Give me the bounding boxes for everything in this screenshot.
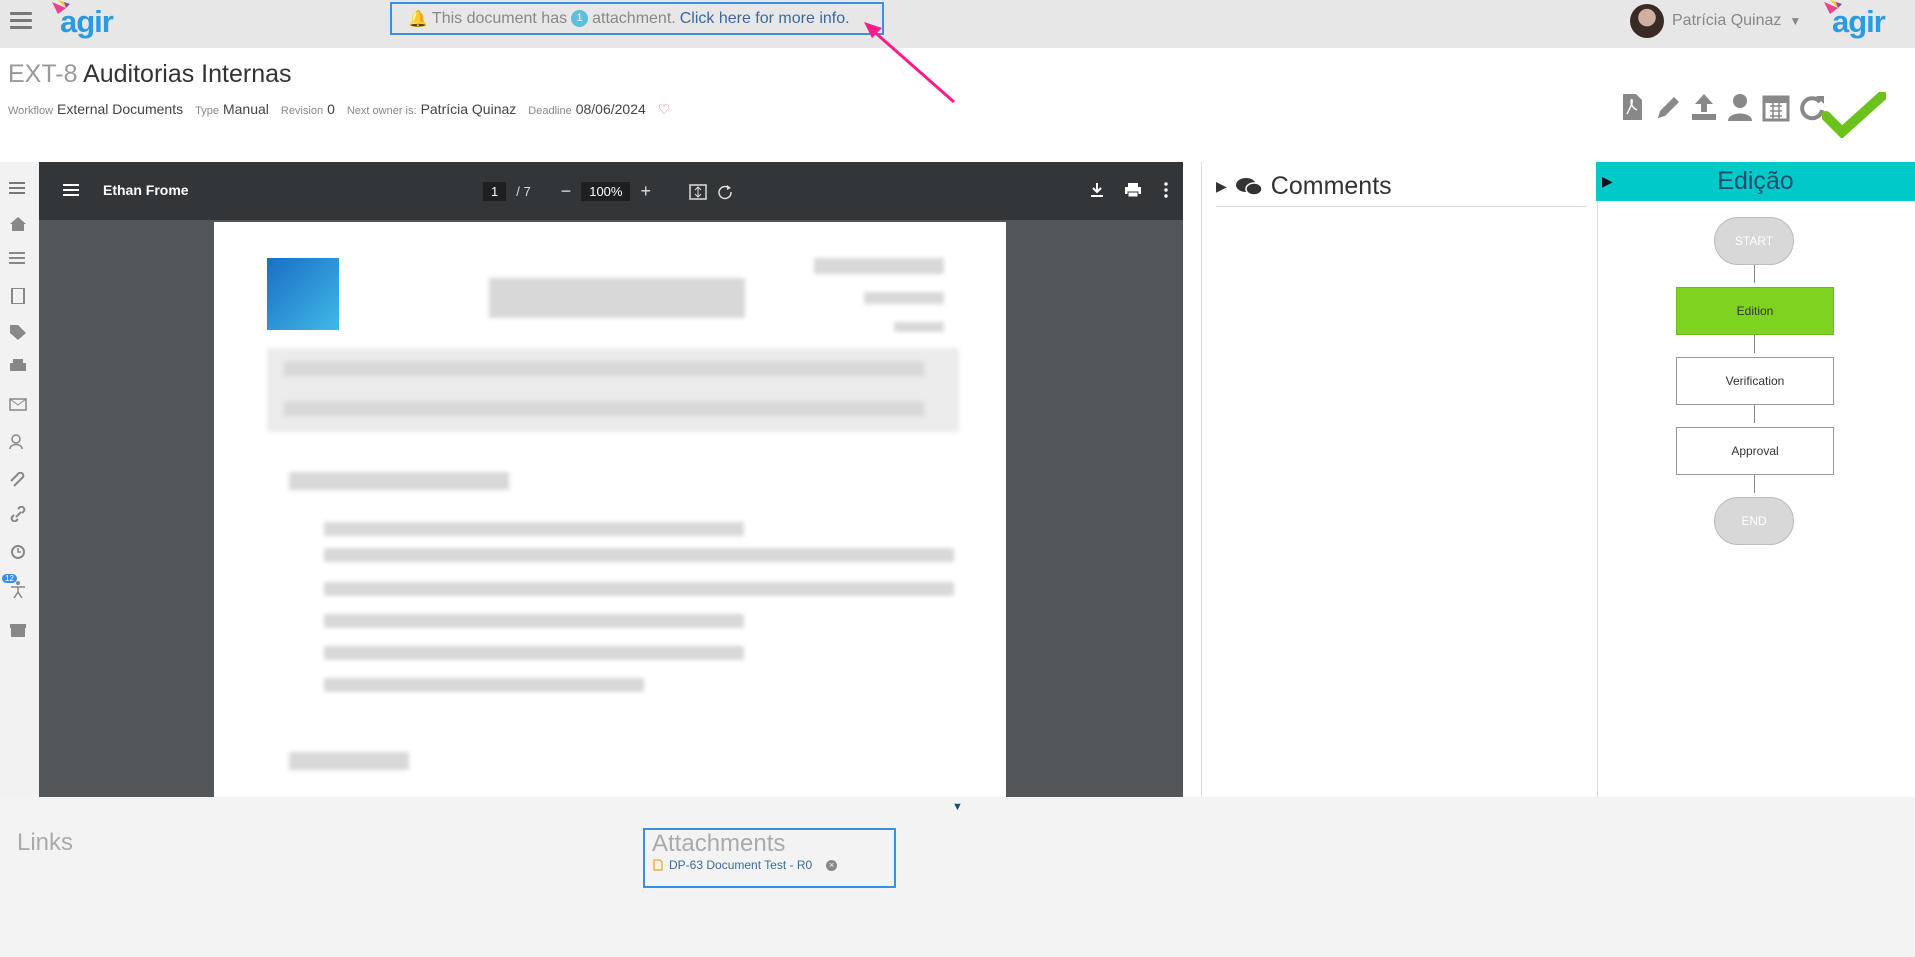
annotation-arrow-icon (864, 22, 955, 104)
flow-arrow (1754, 475, 1755, 493)
document-icon[interactable] (9, 287, 27, 305)
page-total: / 7 (516, 184, 531, 199)
workflow-node-end[interactable]: END (1714, 497, 1794, 545)
attachment-notice[interactable]: 🔔 This document has 1 attachment. Click … (390, 2, 884, 35)
workflow-node-edition[interactable]: Edition (1676, 287, 1834, 335)
user-menu[interactable]: Patrícia Quinaz ▼ (1630, 3, 1801, 39)
upload-icon[interactable] (1690, 92, 1718, 122)
divider (1216, 206, 1586, 207)
rotate-icon[interactable] (717, 184, 735, 200)
attachments-section: Attachments DP-63 Document Test - R0 × (643, 828, 896, 888)
workflow-heading: Edição (1717, 167, 1794, 195)
app-logo[interactable]: agir (52, 0, 114, 40)
document-meta: Workflow External Documents Type Manual Re… (8, 101, 670, 118)
page-input[interactable]: 1 (483, 182, 507, 201)
accessibility-icon[interactable]: 12 (2, 574, 27, 599)
attachment-link[interactable]: DP-63 Document Test - R0 (669, 858, 812, 872)
viewer-toolbar: Ethan Frome 1 / 7 − 100% + (39, 162, 1183, 220)
workflow-node-verification[interactable]: Verification (1676, 357, 1834, 405)
action-toolbar (1618, 92, 1826, 122)
type-value: Manual (222, 101, 269, 117)
more-options-icon[interactable] (1163, 182, 1169, 198)
users-icon[interactable] (9, 434, 27, 450)
flow-arrow (1754, 265, 1755, 283)
chevron-down-icon: ▼ (1789, 14, 1802, 28)
deadline-label: Deadline (528, 105, 572, 117)
document-logo (267, 258, 339, 330)
zoom-in-icon[interactable]: + (640, 181, 651, 202)
bell-icon: 🔔 (408, 10, 428, 28)
document-title: Auditorias Internas (83, 60, 292, 88)
next-owner-value: Patrícia Quinaz (420, 101, 517, 117)
left-sidebar: 12 (0, 162, 40, 797)
avatar (1630, 4, 1664, 38)
more-info-link[interactable]: Click here for more info. (680, 10, 850, 28)
bird-icon (1824, 0, 1842, 14)
workflow-node-approval[interactable]: Approval (1676, 427, 1834, 475)
workflow-label: Workflow (8, 105, 54, 117)
heart-icon[interactable]: ♡ (658, 101, 671, 118)
paperclip-icon[interactable] (9, 471, 27, 488)
brand-logo: agir (1824, 0, 1886, 40)
approve-check-icon[interactable] (1822, 92, 1886, 138)
document-code: EXT-8 (8, 60, 78, 88)
archive-icon[interactable] (9, 622, 27, 638)
pdf-viewer[interactable]: Ethan Frome 1 / 7 − 100% + (39, 162, 1183, 797)
mail-icon[interactable] (9, 396, 27, 412)
page-title: EXT-8 Auditorias Internas (8, 60, 292, 89)
revision-value: 0 (327, 101, 335, 117)
next-owner-label: Next owner is: (346, 105, 417, 117)
pdf-page (214, 222, 1006, 797)
tag-icon[interactable] (9, 324, 27, 340)
workflow-panel: ▶ Edição START Edition Verification Appr… (1596, 162, 1915, 797)
notice-prefix: This document has (431, 9, 568, 27)
caret-right-icon[interactable]: ▶ (1602, 162, 1613, 201)
print-icon[interactable] (1124, 182, 1142, 198)
flow-arrow (1754, 405, 1755, 423)
page-controls: 1 / 7 − 100% + (483, 181, 735, 202)
user-name: Patrícia Quinaz (1672, 12, 1782, 29)
print-icon[interactable] (9, 358, 27, 374)
attachments-heading: Attachments (652, 830, 786, 857)
edit-icon[interactable] (1654, 92, 1682, 122)
download-icon[interactable] (1089, 182, 1105, 198)
type-label: Type (195, 105, 219, 117)
notification-badge: 12 (2, 574, 17, 583)
attachment-count-badge: 1 (571, 10, 589, 27)
comments-heading: Comments (1270, 172, 1392, 200)
bottom-panel: ▼ Links (0, 797, 1915, 957)
fit-page-icon[interactable] (689, 183, 707, 200)
clock-icon[interactable] (9, 544, 27, 560)
list-icon[interactable] (9, 250, 27, 266)
revision-label: Revision (280, 105, 324, 117)
calendar-icon[interactable] (1762, 92, 1790, 122)
workflow-node-start[interactable]: START (1714, 217, 1794, 265)
caret-right-icon[interactable]: ▶ (1216, 178, 1227, 195)
workflow-header[interactable]: ▶ Edição (1596, 162, 1915, 201)
zoom-input[interactable]: 100% (581, 182, 631, 201)
pdf-icon[interactable] (1618, 92, 1646, 122)
comments-icon (1235, 177, 1263, 196)
link-icon[interactable] (9, 505, 27, 523)
pdf-file-icon (653, 859, 663, 871)
menu-icon[interactable] (63, 184, 81, 198)
menu-icon[interactable] (10, 12, 32, 30)
menu-icon[interactable] (9, 182, 27, 198)
zoom-out-icon[interactable]: − (561, 181, 572, 202)
deadline-value: 08/06/2024 (575, 101, 646, 117)
links-heading: Links (17, 829, 74, 856)
comments-panel: ▶ Comments (1201, 162, 1598, 797)
remove-attachment-icon[interactable]: × (826, 859, 838, 871)
home-icon[interactable] (9, 216, 27, 232)
bird-icon (52, 0, 70, 14)
flow-arrow (1754, 335, 1755, 353)
notice-middle: attachment. (592, 9, 676, 27)
user-icon[interactable] (1726, 92, 1754, 122)
viewer-title: Ethan Frome (103, 182, 189, 198)
workflow-value: External Documents (57, 101, 184, 117)
collapse-caret-icon[interactable]: ▼ (952, 801, 963, 813)
